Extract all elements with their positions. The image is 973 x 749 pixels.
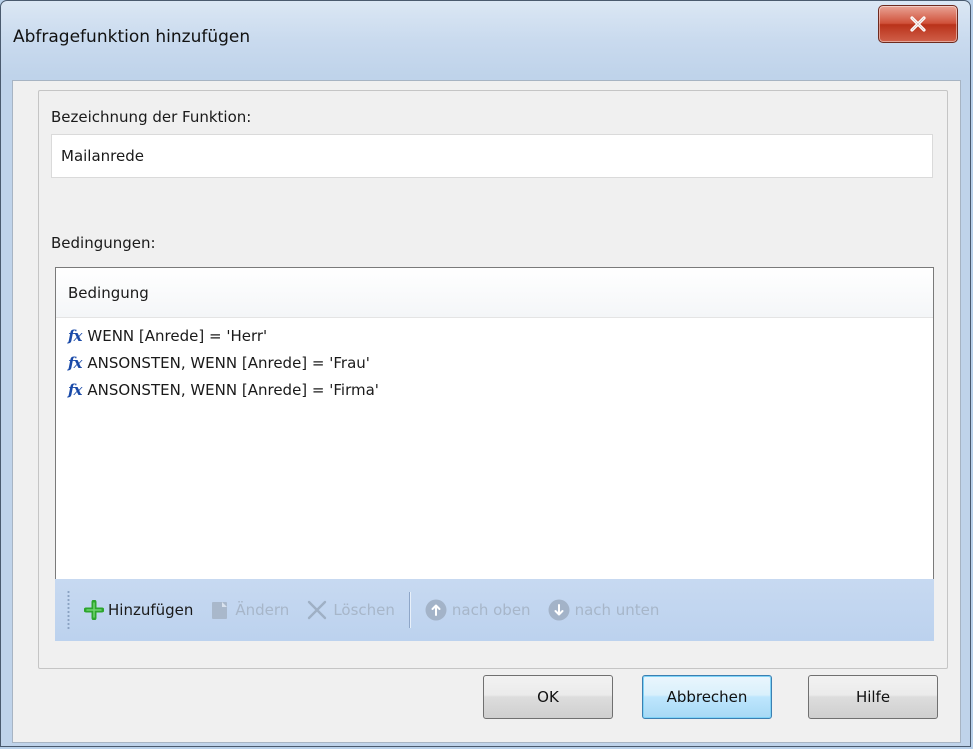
condition-text: ANSONSTEN, WENN [Anrede] = 'Firma' <box>87 380 379 399</box>
ok-button-label: OK <box>537 688 559 706</box>
help-button[interactable]: Hilfe <box>808 675 938 719</box>
column-header-label: Bedingung <box>68 283 149 302</box>
dialog-client-area: Bezeichnung der Funktion: Bedingungen: B… <box>12 80 961 743</box>
list-item[interactable]: fx ANSONSTEN, WENN [Anrede] = 'Frau' <box>56 349 933 376</box>
toolbar-grip[interactable] <box>67 590 70 630</box>
close-button[interactable] <box>878 5 958 43</box>
delete-button-label: Löschen <box>333 601 395 619</box>
arrow-up-circle-icon <box>424 598 448 622</box>
edit-button[interactable]: Ändern <box>205 590 293 630</box>
list-item[interactable]: fx ANSONSTEN, WENN [Anrede] = 'Firma' <box>56 376 933 403</box>
condition-text: WENN [Anrede] = 'Herr' <box>87 326 268 345</box>
conditions-toolbar: Hinzufügen Ändern Löschen nach oben nach… <box>55 579 934 641</box>
cancel-button-label: Abbrechen <box>666 688 748 706</box>
add-button-label: Hinzufügen <box>108 601 194 619</box>
toolbar-separator <box>408 592 410 628</box>
title-bar[interactable]: Abfragefunktion hinzufügen <box>1 1 970 79</box>
move-down-button[interactable]: nach unten <box>543 590 664 630</box>
delete-x-icon <box>305 598 329 622</box>
function-name-label: Bezeichnung der Funktion: <box>51 108 252 126</box>
column-header-condition[interactable]: Bedingung <box>56 268 933 318</box>
help-button-label: Hilfe <box>855 688 891 706</box>
conditions-label: Bedingungen: <box>51 234 156 252</box>
function-icon: fx <box>68 326 82 345</box>
move-up-label: nach oben <box>451 601 531 619</box>
dialog-window: Abfragefunktion hinzufügen Bezeichnung d… <box>0 0 971 747</box>
function-icon: fx <box>68 353 82 372</box>
delete-button[interactable]: Löschen <box>301 590 399 630</box>
edit-document-icon <box>209 599 231 621</box>
function-group-box: Bezeichnung der Funktion: Bedingungen: B… <box>38 90 948 669</box>
arrow-down-circle-icon <box>547 598 571 622</box>
conditions-list[interactable]: Bedingung fx WENN [Anrede] = 'Herr' fx A… <box>55 267 934 625</box>
plus-icon <box>84 600 104 620</box>
function-icon: fx <box>68 380 82 399</box>
close-icon <box>910 16 926 32</box>
function-name-input[interactable] <box>51 134 933 178</box>
cancel-button[interactable]: Abbrechen <box>642 675 772 719</box>
list-item[interactable]: fx WENN [Anrede] = 'Herr' <box>56 322 933 349</box>
edit-button-label: Ändern <box>235 601 290 619</box>
move-up-button[interactable]: nach oben <box>420 590 535 630</box>
add-button[interactable]: Hinzufügen <box>80 590 197 630</box>
window-title: Abfragefunktion hinzufügen <box>13 27 251 47</box>
move-down-label: nach unten <box>574 601 660 619</box>
condition-text: ANSONSTEN, WENN [Anrede] = 'Frau' <box>87 353 370 372</box>
ok-button[interactable]: OK <box>483 675 613 719</box>
